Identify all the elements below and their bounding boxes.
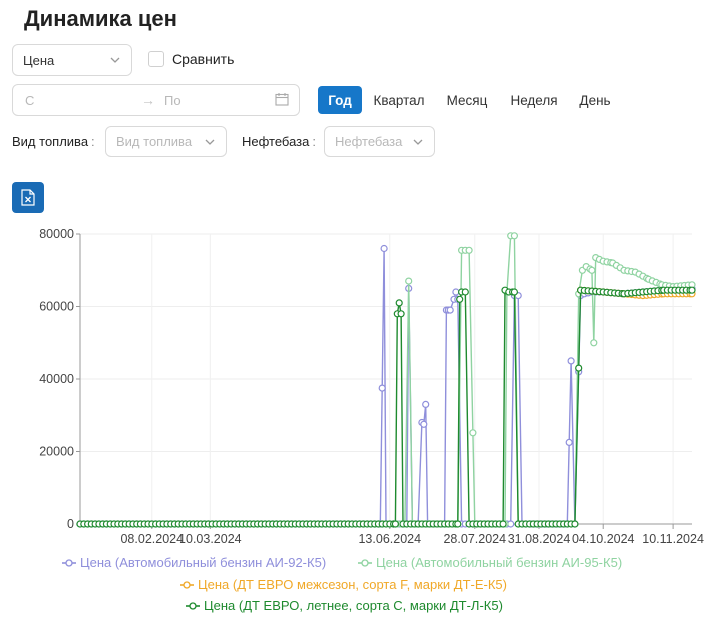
- legend-swatch-marker: [183, 581, 191, 589]
- data-point: [405, 277, 413, 285]
- data-point: [391, 520, 399, 528]
- y-tick-label: 0: [67, 517, 74, 531]
- data-point: [590, 339, 598, 347]
- data-point: [571, 520, 579, 528]
- data-point: [378, 384, 386, 392]
- legend-entry-0: Цена (Автомобильный бензин АИ-92-К5): [80, 555, 326, 570]
- y-tick-label: 20000: [39, 445, 74, 459]
- data-point: [510, 288, 519, 296]
- y-tick-label: 80000: [39, 227, 74, 241]
- x-tick-label: 13.06.2024: [358, 532, 421, 546]
- data-point: [446, 306, 454, 314]
- x-tick-label: 04.10.2024: [572, 532, 635, 546]
- legend-swatch-marker: [65, 559, 73, 567]
- x-tick-label: 28.07.2024: [443, 532, 506, 546]
- legend-entry-1: Цена (Автомобильный бензин АИ-95-К5): [376, 555, 622, 570]
- data-point: [380, 244, 388, 253]
- data-point: [452, 288, 460, 296]
- x-tick-label: 08.02.2024: [120, 532, 183, 546]
- x-tick-label: 10.03.2024: [179, 532, 242, 546]
- legend-swatch-marker: [189, 602, 197, 610]
- data-point: [567, 357, 575, 365]
- y-tick-label: 40000: [39, 372, 74, 386]
- data-point: [499, 520, 507, 528]
- price-chart: 0 20000 40000 60000 80000 08.02.202410.03.202…: [39, 227, 704, 613]
- legend-entry-2: Цена (ДТ ЕВРО межсезон, сорта F, марки Д…: [198, 577, 507, 592]
- x-tick-label: 31.08.2024: [508, 532, 571, 546]
- data-point: [510, 232, 519, 240]
- x-tick-label: 10.11.2024: [642, 532, 704, 546]
- data-point: [565, 438, 573, 446]
- y-tick-label: 60000: [39, 300, 74, 314]
- data-point: [420, 420, 428, 428]
- legend-entry-3: Цена (ДТ ЕВРО, летнее, сорта С, марки ДТ…: [204, 598, 503, 613]
- data-point: [461, 288, 469, 296]
- data-point: [395, 299, 403, 307]
- data-point: [575, 364, 583, 372]
- data-point: [507, 520, 515, 528]
- data-point: [688, 286, 696, 294]
- data-point: [456, 295, 464, 303]
- data-point: [422, 400, 430, 408]
- data-point: [588, 266, 596, 274]
- data-point: [454, 520, 462, 528]
- legend-swatch-marker: [361, 559, 369, 567]
- data-point: [465, 246, 473, 254]
- data-point: [397, 310, 405, 318]
- data-point: [469, 429, 477, 437]
